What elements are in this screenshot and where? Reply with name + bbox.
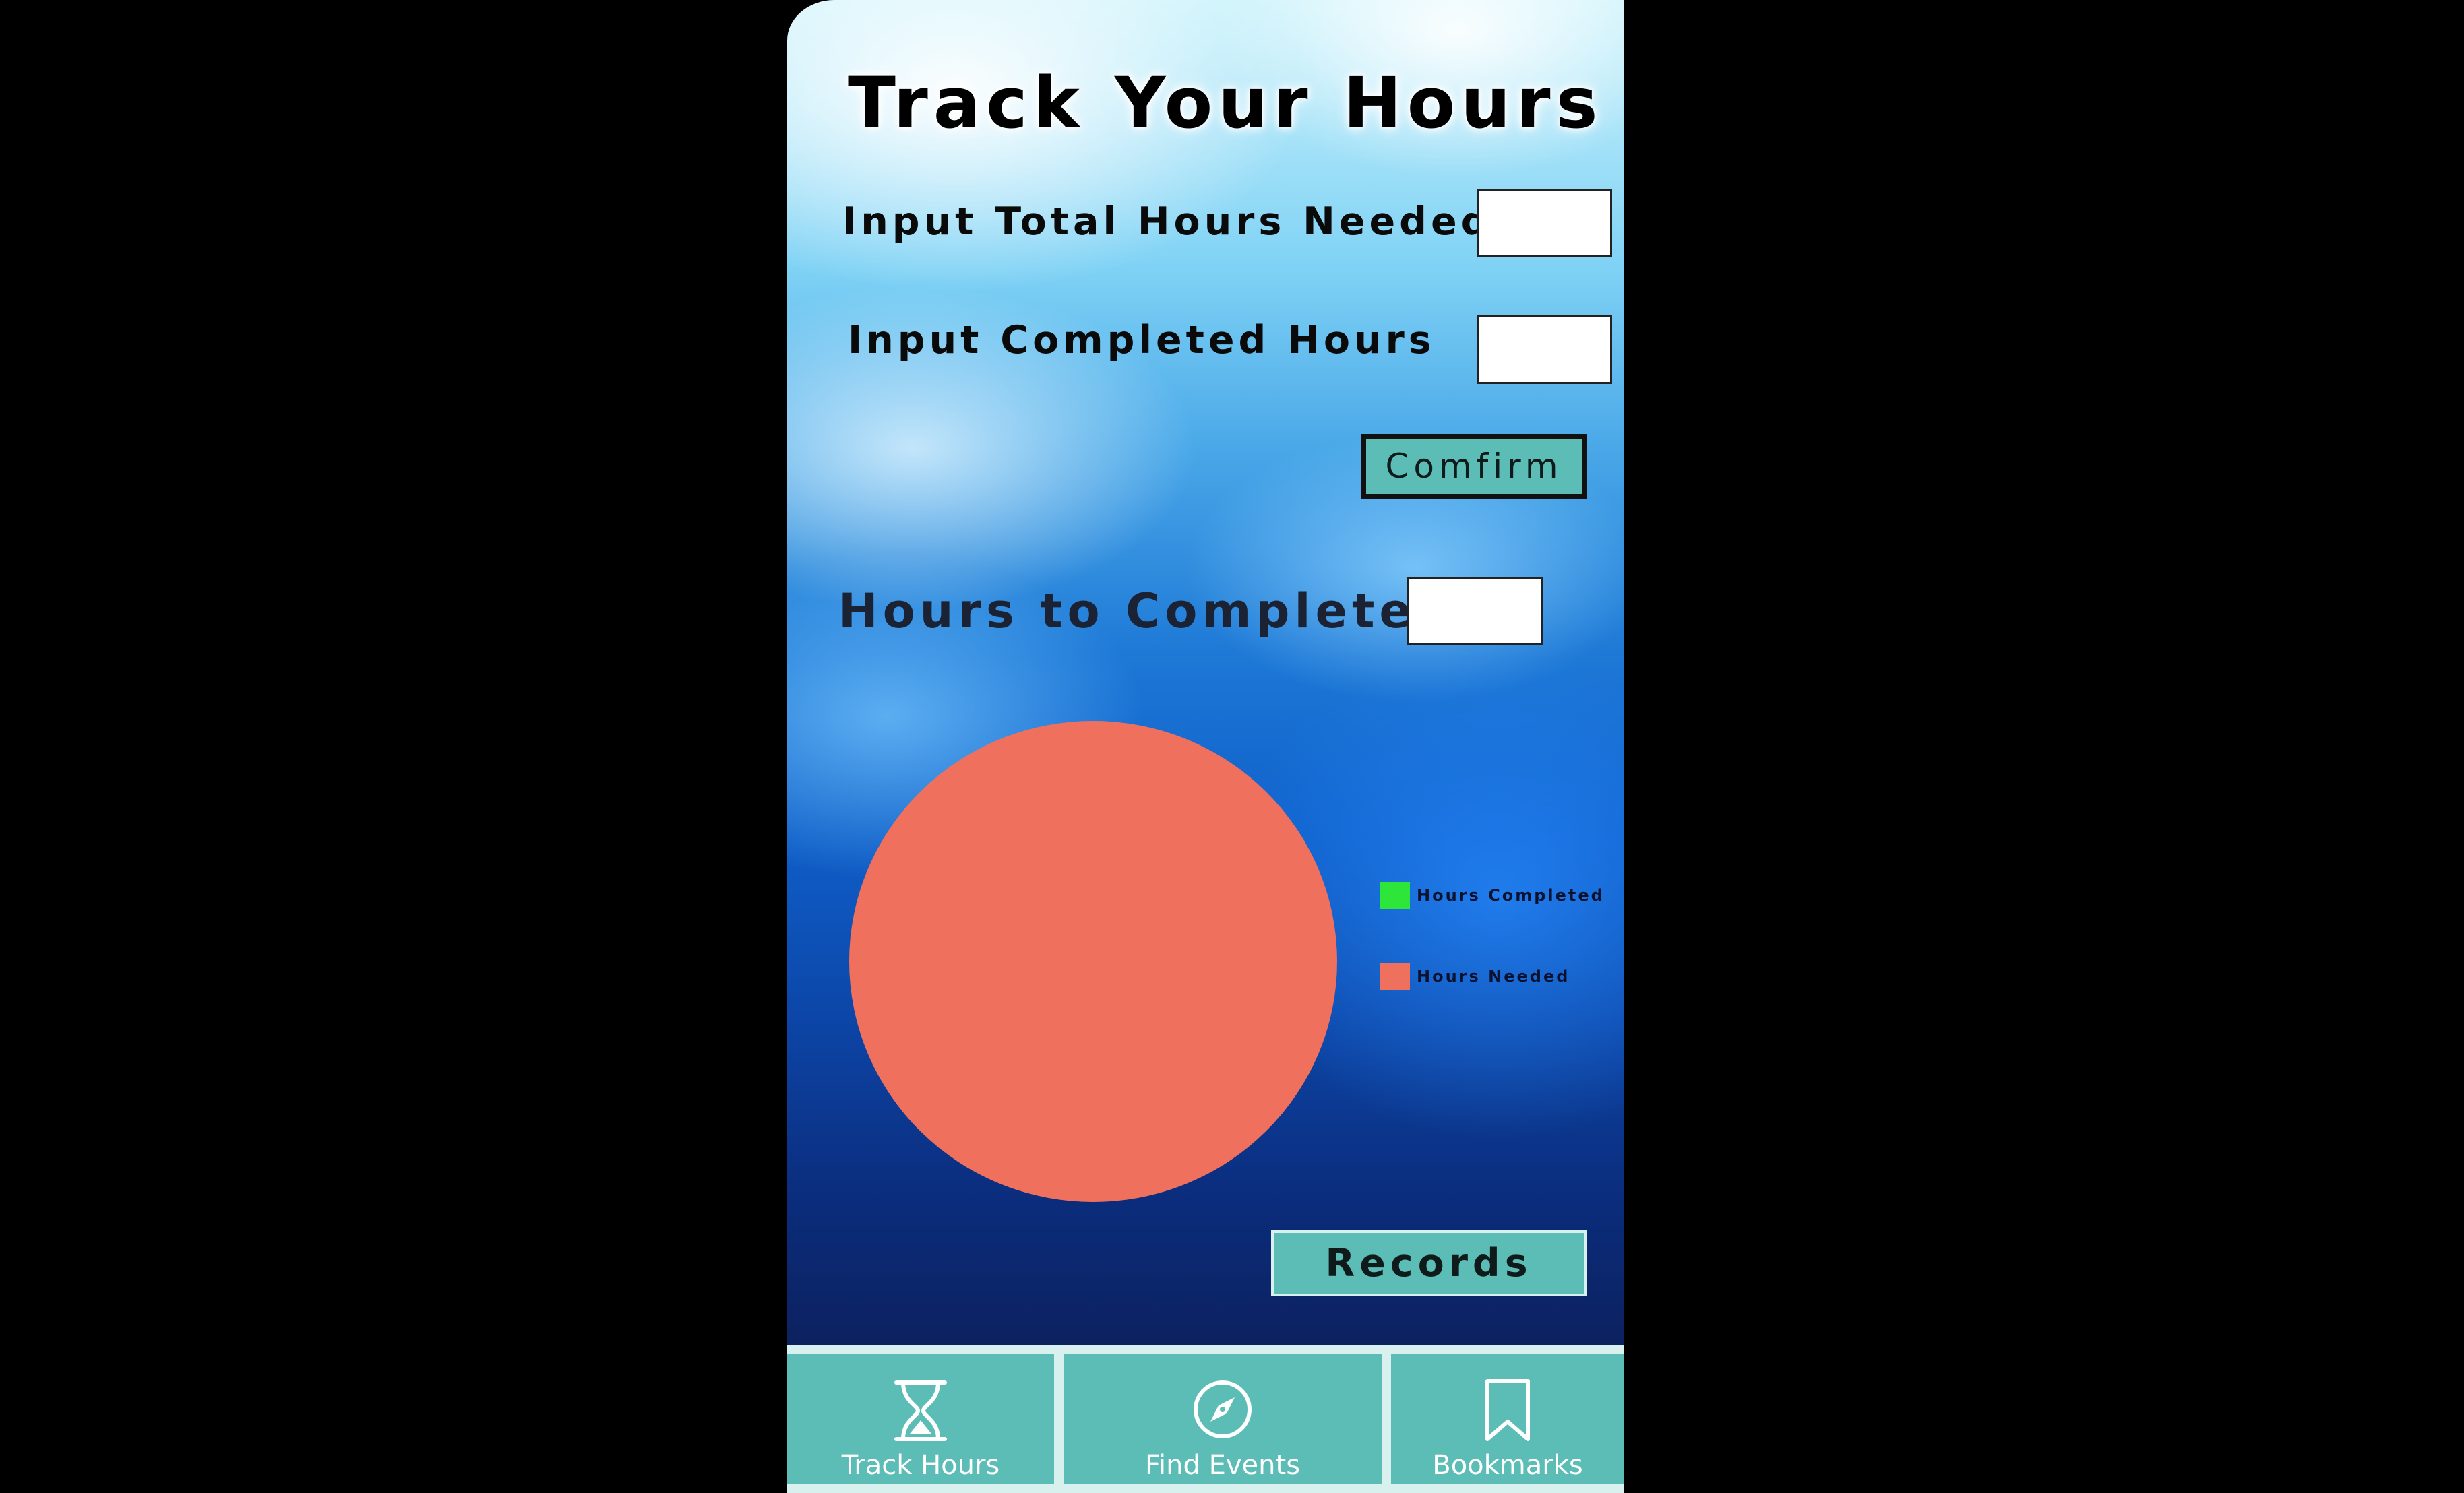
hours-to-complete-field	[1407, 577, 1543, 645]
bookmark-icon	[1485, 1379, 1530, 1441]
tab-label: Track Hours	[841, 1450, 1000, 1481]
app-screen: Track Your Hours Input Total Hours Neede…	[787, 0, 1624, 1493]
legend-swatch-needed	[1380, 963, 1410, 990]
legend-swatch-completed	[1380, 882, 1410, 909]
tab-find-events[interactable]: Find Events	[1064, 1354, 1382, 1484]
completed-hours-label: Input Completed Hours	[848, 318, 1436, 362]
legend-label-completed: Hours Completed	[1417, 886, 1605, 905]
total-hours-label: Input Total Hours Needed	[842, 199, 1493, 244]
hours-to-complete-label: Hours to Complete	[838, 583, 1416, 639]
records-button[interactable]: Records	[1271, 1230, 1587, 1296]
completed-hours-input[interactable]	[1477, 315, 1612, 384]
compass-icon	[1194, 1380, 1252, 1438]
page-title: Track Your Hours	[848, 62, 1603, 144]
legend-item-hours-needed: Hours Needed	[1380, 961, 1570, 991]
tab-label: Bookmarks	[1432, 1450, 1583, 1481]
total-hours-input[interactable]	[1477, 189, 1612, 257]
tab-track-hours[interactable]: Track Hours	[787, 1354, 1054, 1484]
legend-label-needed: Hours Needed	[1417, 967, 1570, 986]
tab-bookmarks[interactable]: Bookmarks	[1391, 1354, 1624, 1484]
confirm-button[interactable]: Comfirm	[1361, 434, 1587, 499]
hourglass-icon	[894, 1380, 947, 1441]
pie-slice-hours-needed	[849, 721, 1337, 1202]
bottom-tab-bar: Track Hours Find Events Bookmarks	[787, 1345, 1624, 1493]
hours-pie-chart	[849, 721, 1337, 1202]
tab-label: Find Events	[1144, 1450, 1301, 1481]
legend-item-hours-completed: Hours Completed	[1380, 881, 1605, 910]
